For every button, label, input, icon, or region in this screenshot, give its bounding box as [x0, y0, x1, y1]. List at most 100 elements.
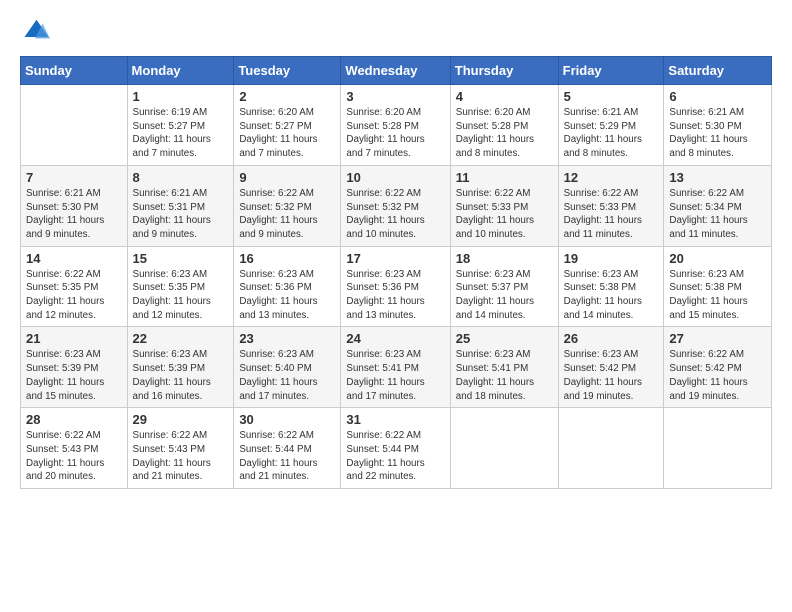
- calendar-cell: 1 Sunrise: 6:19 AM Sunset: 5:27 PM Daylig…: [127, 85, 234, 166]
- calendar-cell: 31 Sunrise: 6:22 AM Sunset: 5:44 PM Dayli…: [341, 408, 450, 489]
- day-number: 5: [564, 89, 659, 104]
- day-number: 25: [456, 331, 553, 346]
- day-info: Sunrise: 6:22 AM Sunset: 5:44 PM Dayligh…: [239, 429, 335, 484]
- day-number: 24: [346, 331, 444, 346]
- day-info: Sunrise: 6:23 AM Sunset: 5:38 PM Dayligh…: [669, 268, 766, 323]
- day-info: Sunrise: 6:23 AM Sunset: 5:39 PM Dayligh…: [26, 348, 122, 403]
- calendar-cell: 14 Sunrise: 6:22 AM Sunset: 5:35 PM Dayli…: [21, 246, 128, 327]
- day-number: 28: [26, 412, 122, 427]
- calendar-cell: 23 Sunrise: 6:23 AM Sunset: 5:40 PM Dayli…: [234, 327, 341, 408]
- day-info: Sunrise: 6:21 AM Sunset: 5:31 PM Dayligh…: [133, 187, 229, 242]
- calendar-cell: 26 Sunrise: 6:23 AM Sunset: 5:42 PM Dayli…: [558, 327, 664, 408]
- day-info: Sunrise: 6:22 AM Sunset: 5:33 PM Dayligh…: [456, 187, 553, 242]
- day-number: 30: [239, 412, 335, 427]
- calendar-cell: 13 Sunrise: 6:22 AM Sunset: 5:34 PM Dayli…: [664, 165, 772, 246]
- day-number: 13: [669, 170, 766, 185]
- day-info: Sunrise: 6:20 AM Sunset: 5:28 PM Dayligh…: [456, 106, 553, 161]
- calendar-cell: 29 Sunrise: 6:22 AM Sunset: 5:43 PM Dayli…: [127, 408, 234, 489]
- calendar-cell: 28 Sunrise: 6:22 AM Sunset: 5:43 PM Dayli…: [21, 408, 128, 489]
- day-number: 21: [26, 331, 122, 346]
- day-number: 8: [133, 170, 229, 185]
- day-number: 4: [456, 89, 553, 104]
- day-info: Sunrise: 6:23 AM Sunset: 5:40 PM Dayligh…: [239, 348, 335, 403]
- calendar-cell: 12 Sunrise: 6:22 AM Sunset: 5:33 PM Dayli…: [558, 165, 664, 246]
- day-number: 17: [346, 251, 444, 266]
- day-info: Sunrise: 6:23 AM Sunset: 5:36 PM Dayligh…: [239, 268, 335, 323]
- day-number: 3: [346, 89, 444, 104]
- calendar-cell: 11 Sunrise: 6:22 AM Sunset: 5:33 PM Dayli…: [450, 165, 558, 246]
- day-number: 16: [239, 251, 335, 266]
- day-info: Sunrise: 6:22 AM Sunset: 5:32 PM Dayligh…: [346, 187, 444, 242]
- weekday-header-saturday: Saturday: [664, 57, 772, 85]
- day-info: Sunrise: 6:22 AM Sunset: 5:43 PM Dayligh…: [26, 429, 122, 484]
- day-info: Sunrise: 6:23 AM Sunset: 5:38 PM Dayligh…: [564, 268, 659, 323]
- calendar-cell: [558, 408, 664, 489]
- day-info: Sunrise: 6:21 AM Sunset: 5:30 PM Dayligh…: [26, 187, 122, 242]
- day-info: Sunrise: 6:22 AM Sunset: 5:43 PM Dayligh…: [133, 429, 229, 484]
- day-number: 22: [133, 331, 229, 346]
- day-info: Sunrise: 6:23 AM Sunset: 5:39 PM Dayligh…: [133, 348, 229, 403]
- day-info: Sunrise: 6:22 AM Sunset: 5:33 PM Dayligh…: [564, 187, 659, 242]
- page: SundayMondayTuesdayWednesdayThursdayFrid…: [0, 0, 792, 612]
- calendar-cell: 8 Sunrise: 6:21 AM Sunset: 5:31 PM Daylig…: [127, 165, 234, 246]
- calendar-cell: 5 Sunrise: 6:21 AM Sunset: 5:29 PM Daylig…: [558, 85, 664, 166]
- calendar-cell: [21, 85, 128, 166]
- weekday-header-sunday: Sunday: [21, 57, 128, 85]
- day-info: Sunrise: 6:22 AM Sunset: 5:35 PM Dayligh…: [26, 268, 122, 323]
- calendar-cell: 17Sunrise: 6:23 AM Sunset: 5:36 PM Dayli…: [341, 246, 450, 327]
- day-number: 31: [346, 412, 444, 427]
- day-info: Sunrise: 6:22 AM Sunset: 5:34 PM Dayligh…: [669, 187, 766, 242]
- week-row-2: 7 Sunrise: 6:21 AM Sunset: 5:30 PM Daylig…: [21, 165, 772, 246]
- weekday-header-friday: Friday: [558, 57, 664, 85]
- calendar-cell: 18Sunrise: 6:23 AM Sunset: 5:37 PM Dayli…: [450, 246, 558, 327]
- calendar-cell: 25 Sunrise: 6:23 AM Sunset: 5:41 PM Dayli…: [450, 327, 558, 408]
- day-number: 7: [26, 170, 122, 185]
- day-info: Sunrise: 6:19 AM Sunset: 5:27 PM Dayligh…: [133, 106, 229, 161]
- weekday-header-wednesday: Wednesday: [341, 57, 450, 85]
- day-info: Sunrise: 6:23 AM Sunset: 5:41 PM Dayligh…: [346, 348, 444, 403]
- day-number: 9: [239, 170, 335, 185]
- day-number: 14: [26, 251, 122, 266]
- calendar-cell: [450, 408, 558, 489]
- day-number: 10: [346, 170, 444, 185]
- day-number: 27: [669, 331, 766, 346]
- day-info: Sunrise: 6:21 AM Sunset: 5:29 PM Dayligh…: [564, 106, 659, 161]
- calendar-cell: 21 Sunrise: 6:23 AM Sunset: 5:39 PM Dayli…: [21, 327, 128, 408]
- day-number: 19: [564, 251, 659, 266]
- day-info: Sunrise: 6:22 AM Sunset: 5:44 PM Dayligh…: [346, 429, 444, 484]
- week-row-1: 1 Sunrise: 6:19 AM Sunset: 5:27 PM Daylig…: [21, 85, 772, 166]
- calendar-cell: 10 Sunrise: 6:22 AM Sunset: 5:32 PM Dayli…: [341, 165, 450, 246]
- calendar-cell: 16 Sunrise: 6:23 AM Sunset: 5:36 PM Dayli…: [234, 246, 341, 327]
- week-row-5: 28 Sunrise: 6:22 AM Sunset: 5:43 PM Dayli…: [21, 408, 772, 489]
- calendar-cell: 6 Sunrise: 6:21 AM Sunset: 5:30 PM Daylig…: [664, 85, 772, 166]
- day-info: Sunrise: 6:23 AM Sunset: 5:41 PM Dayligh…: [456, 348, 553, 403]
- calendar-table: SundayMondayTuesdayWednesdayThursdayFrid…: [20, 56, 772, 489]
- calendar-cell: 30 Sunrise: 6:22 AM Sunset: 5:44 PM Dayli…: [234, 408, 341, 489]
- weekday-header-row: SundayMondayTuesdayWednesdayThursdayFrid…: [21, 57, 772, 85]
- day-info: Sunrise: 6:22 AM Sunset: 5:32 PM Dayligh…: [239, 187, 335, 242]
- calendar-cell: 2Sunrise: 6:20 AM Sunset: 5:27 PM Daylig…: [234, 85, 341, 166]
- day-number: 11: [456, 170, 553, 185]
- calendar-cell: 3 Sunrise: 6:20 AM Sunset: 5:28 PM Daylig…: [341, 85, 450, 166]
- day-number: 29: [133, 412, 229, 427]
- day-number: 1: [133, 89, 229, 104]
- day-info: Sunrise: 6:23 AM Sunset: 5:42 PM Dayligh…: [564, 348, 659, 403]
- day-info: Sunrise: 6:20 AM Sunset: 5:28 PM Dayligh…: [346, 106, 444, 161]
- day-number: 26: [564, 331, 659, 346]
- weekday-header-tuesday: Tuesday: [234, 57, 341, 85]
- calendar-cell: 15 Sunrise: 6:23 AM Sunset: 5:35 PM Dayli…: [127, 246, 234, 327]
- calendar-cell: 24 Sunrise: 6:23 AM Sunset: 5:41 PM Dayli…: [341, 327, 450, 408]
- day-number: 23: [239, 331, 335, 346]
- logo: [20, 16, 54, 46]
- calendar-cell: 7 Sunrise: 6:21 AM Sunset: 5:30 PM Daylig…: [21, 165, 128, 246]
- day-info: Sunrise: 6:21 AM Sunset: 5:30 PM Dayligh…: [669, 106, 766, 161]
- day-number: 18: [456, 251, 553, 266]
- logo-icon: [20, 16, 50, 46]
- week-row-4: 21 Sunrise: 6:23 AM Sunset: 5:39 PM Dayli…: [21, 327, 772, 408]
- day-number: 6: [669, 89, 766, 104]
- day-number: 12: [564, 170, 659, 185]
- calendar-cell: 22 Sunrise: 6:23 AM Sunset: 5:39 PM Dayli…: [127, 327, 234, 408]
- day-number: 15: [133, 251, 229, 266]
- day-number: 2: [239, 89, 335, 104]
- day-info: Sunrise: 6:23 AM Sunset: 5:35 PM Dayligh…: [133, 268, 229, 323]
